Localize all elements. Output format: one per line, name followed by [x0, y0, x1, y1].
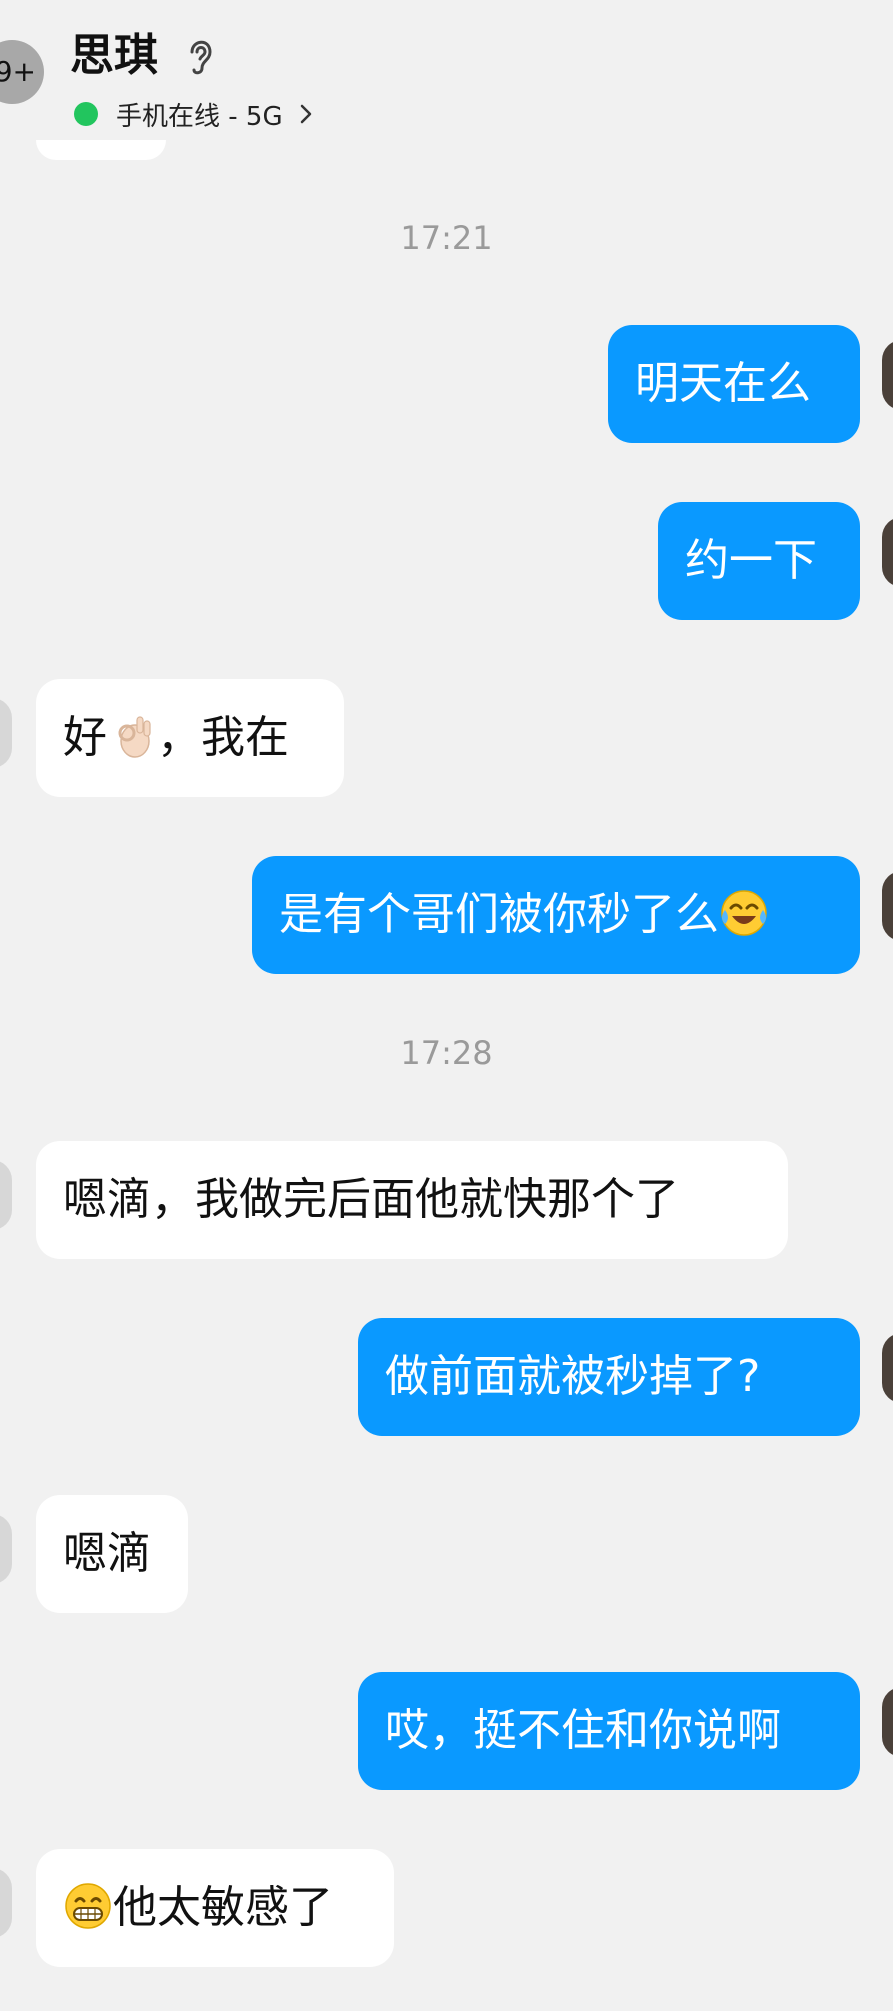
- timestamp: 17:21: [400, 219, 493, 257]
- message-text: 是有个哥们被你秒了么: [279, 889, 719, 940]
- contact-avatar[interactable]: [0, 698, 12, 768]
- message-bubble-outgoing[interactable]: 做前面就被秒掉了?: [358, 1318, 860, 1436]
- message-bubble-incoming[interactable]: 他太敏感了: [36, 1849, 394, 1967]
- message-bubble-incoming[interactable]: 嗯滴: [36, 1495, 188, 1613]
- online-status[interactable]: 手机在线 - 5G: [74, 94, 313, 134]
- my-avatar[interactable]: [882, 1687, 893, 1757]
- message-text: 嗯滴: [63, 1528, 151, 1579]
- message-bubble-outgoing[interactable]: 明天在么: [608, 325, 860, 443]
- message-text: 约一下: [685, 535, 817, 586]
- message-bubble-incoming[interactable]: 好 ，我在: [36, 679, 344, 797]
- online-indicator: [74, 102, 98, 126]
- message-text: 好: [63, 712, 107, 763]
- my-avatar[interactable]: [882, 517, 893, 587]
- message-bubble-outgoing[interactable]: 哎，挺不住和你说啊: [358, 1672, 860, 1790]
- crying-laughing-emoji: [721, 890, 767, 936]
- message-text: ，我在: [157, 712, 289, 763]
- message-bubble-outgoing[interactable]: 是有个哥们被你秒了么: [252, 856, 860, 974]
- message-text: 嗯滴，我做完后面他就快那个了: [63, 1174, 679, 1225]
- contact-avatar[interactable]: [0, 1160, 12, 1230]
- contact-avatar[interactable]: [0, 1868, 12, 1938]
- message-bubble-incoming[interactable]: 嗯滴，我做完后面他就快那个了: [36, 1141, 788, 1259]
- my-avatar[interactable]: [882, 340, 893, 410]
- chevron-right-icon: [300, 104, 311, 124]
- unread-badge[interactable]: 9+: [0, 40, 44, 104]
- status-text: 手机在线 - 5G: [116, 101, 283, 132]
- message-text: 做前面就被秒掉了?: [385, 1351, 761, 1402]
- my-avatar[interactable]: [882, 1333, 893, 1403]
- grinning-emoji: [65, 1883, 111, 1929]
- ear-icon[interactable]: [182, 34, 218, 78]
- previous-message-bubble[interactable]: [36, 140, 166, 160]
- my-avatar[interactable]: [882, 871, 893, 941]
- message-text: 他太敏感了: [113, 1882, 333, 1933]
- message-bubble-outgoing[interactable]: 约一下: [658, 502, 860, 620]
- contact-name[interactable]: 思琪: [70, 26, 158, 86]
- chat-header: 9+ 思琪 手机在线 - 5G: [0, 0, 893, 150]
- timestamp: 17:28: [400, 1034, 493, 1072]
- ok-hand-emoji: [118, 716, 151, 758]
- message-text: 明天在么: [635, 358, 811, 409]
- message-text: 哎，挺不住和你说啊: [385, 1705, 781, 1756]
- contact-avatar[interactable]: [0, 1514, 12, 1584]
